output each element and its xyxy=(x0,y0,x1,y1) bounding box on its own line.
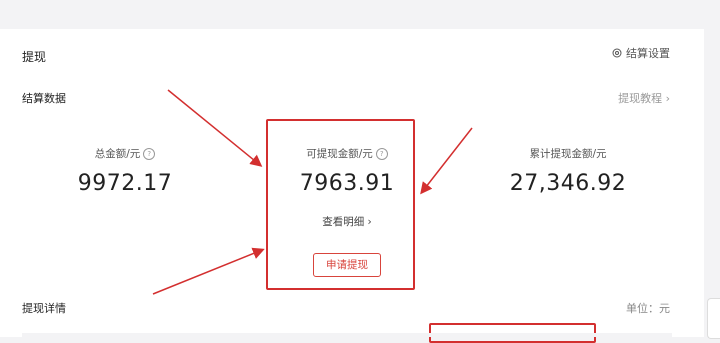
arrow-bottom-left xyxy=(152,247,265,295)
unit-label: 单位：元 xyxy=(626,302,670,315)
withdraw-details-title: 提现详情 xyxy=(22,302,66,315)
annotation-arrows xyxy=(152,89,473,295)
side-tab[interactable] xyxy=(707,298,720,339)
table-header-strip xyxy=(22,333,672,337)
arrow-top-left xyxy=(167,89,263,167)
arrow-top-right xyxy=(420,127,473,195)
